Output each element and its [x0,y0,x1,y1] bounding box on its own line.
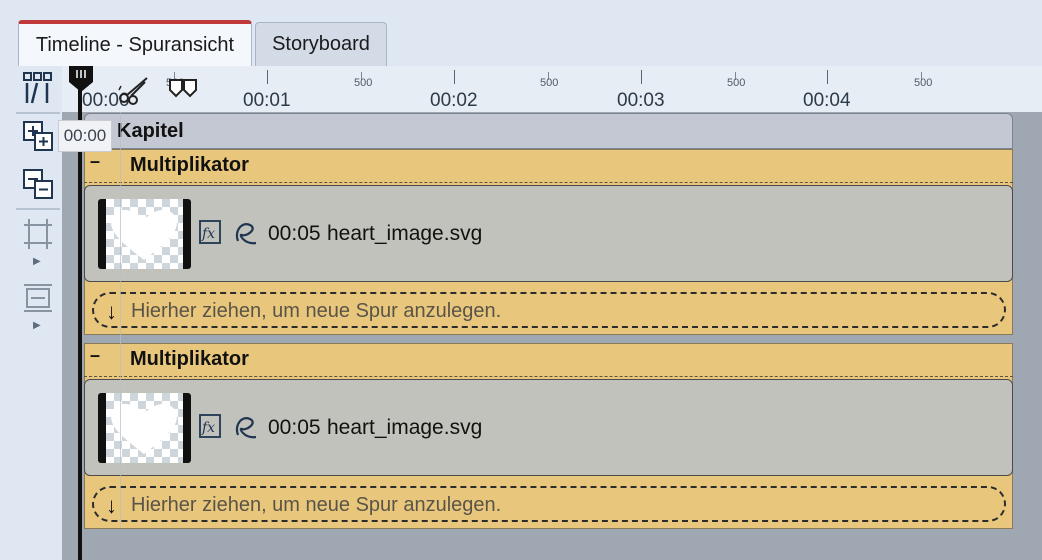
motion-path-icon[interactable] [232,413,260,441]
time-ruler[interactable] [62,66,1042,112]
multiplikator-header[interactable]: – Multiplikator [84,343,1013,377]
clip-filename: heart_image.svg [327,416,483,439]
playhead-handle-icon[interactable] [66,64,96,94]
motion-path-icon[interactable] [232,219,260,247]
ruler-sublabel: 500 [727,77,746,89]
clip-duration: 00:05 [268,222,321,245]
image-clip[interactable]: fx 00:05 heart_image.svg [84,185,1013,282]
toolbar-separator [16,208,60,210]
dropzone-text: Hierher ziehen, um neue Spur anzulegen. [131,494,502,516]
clip-filename: heart_image.svg [327,222,483,245]
ruler-sublabel: 500 [914,77,933,89]
new-track-dropzone[interactable]: ↓ Hierher ziehen, um neue Spur anzulegen… [92,486,1006,522]
tab-timeline-spuransicht[interactable]: Timeline - Spuransicht [18,20,252,66]
cursor-guide-line [120,112,121,528]
dropzone-text: Hierher ziehen, um neue Spur anzulegen. [131,300,502,322]
chapter-row[interactable]: Kapitel [84,113,1013,149]
collapse-icon[interactable]: – [90,152,106,171]
chapter-label: Kapitel [117,120,184,142]
loop-marker-icon[interactable] [168,78,198,98]
remove-track-icon[interactable] [18,164,58,204]
new-track-dropzone[interactable]: ↓ Hierher ziehen, um neue Spur anzulegen… [92,292,1006,328]
clip-duration: 00:05 [268,416,321,439]
scissors-icon[interactable] [115,72,153,106]
toolbar-separator [16,112,60,114]
ruler-tick-major [267,70,268,84]
effects-icon[interactable]: fx [199,220,221,244]
expand-rows-caret-icon[interactable]: ▶ [33,256,41,267]
ruler-label: 00:01 [243,90,291,111]
arrow-down-icon: ↓ [106,493,117,518]
ruler-label: 00:04 [803,90,851,111]
ruler-sublabel: 500 [540,77,559,89]
expand-rows-icon[interactable] [18,214,58,254]
arrow-down-icon: ↓ [106,299,117,324]
tab-storyboard[interactable]: Storyboard [255,22,387,66]
playhead-time-tooltip: 00:00 [58,120,112,152]
ruler-tick-major [827,70,828,84]
ruler-tick-major [641,70,642,84]
clip-thumbnail [98,199,191,269]
ruler-label: 00:02 [430,90,478,111]
collapse-icon[interactable]: – [90,346,106,365]
collapse-rows-icon[interactable] [18,278,58,318]
clip-thumbnail [98,393,191,463]
multiplikator-label: Multiplikator [130,154,249,176]
ruler-sublabel: 500 [354,77,373,89]
svg-text:fx: fx [201,226,215,242]
effects-icon[interactable]: fx [199,414,221,438]
ruler-tick-major [454,70,455,84]
timeline-tracks-icon[interactable] [18,68,58,108]
image-clip[interactable]: fx 00:05 heart_image.svg [84,379,1013,476]
ruler-label: 00:03 [617,90,665,111]
timeline-toolbar: ▶ ▶ [0,66,63,560]
collapse-rows-caret-icon[interactable]: ▶ [33,320,41,331]
multiplikator-label: Multiplikator [130,348,249,370]
multiplikator-header[interactable]: – Multiplikator [84,149,1013,183]
add-track-icon[interactable] [18,116,58,156]
svg-text:fx: fx [201,420,215,436]
